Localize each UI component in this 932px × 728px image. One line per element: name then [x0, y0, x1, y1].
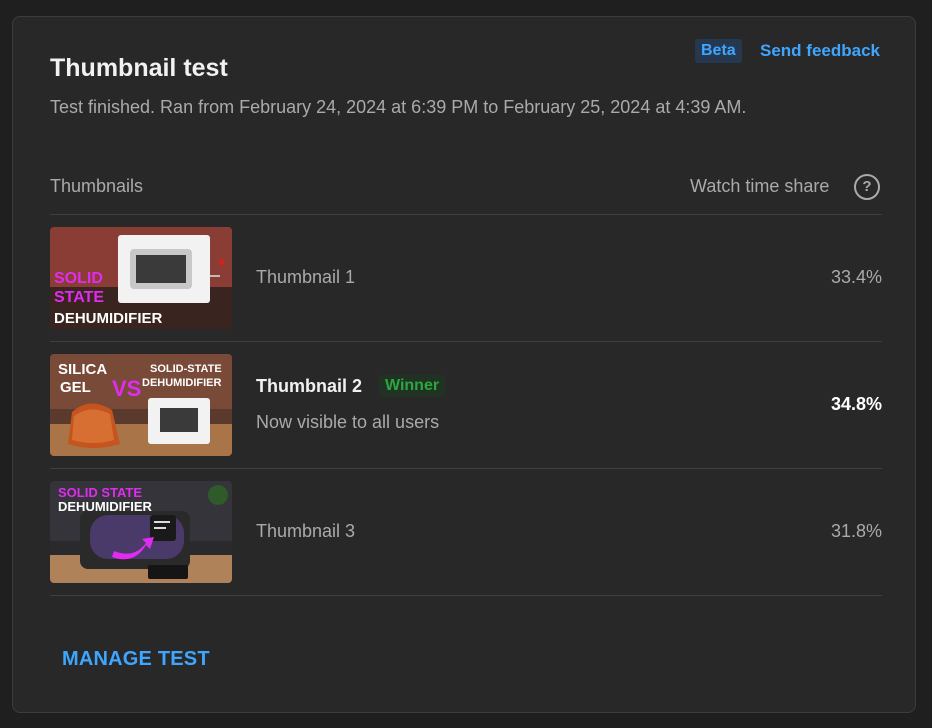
beta-badge: Beta — [695, 39, 742, 63]
thumb2-overlay-solid-state: SOLID-STATE — [150, 363, 222, 375]
thumbnail-2-watch-share: 34.8% — [830, 394, 882, 414]
thumbnail-2-label: Thumbnail 2 — [256, 376, 363, 396]
manage-test-button[interactable]: MANAGE TEST — [62, 648, 210, 671]
thumb1-overlay-state: STATE — [54, 289, 104, 306]
thumbnail-test-card: Thumbnail test Beta Send feedback Test f… — [12, 16, 916, 713]
table-row: SOLID STATE DEHUMIDIFIER Thumbnail 1 33.… — [50, 227, 882, 329]
thumbnail-3-label: Thumbnail 3 — [256, 521, 356, 541]
send-feedback-link[interactable]: Send feedback — [760, 41, 880, 61]
winner-badge: Winner — [379, 375, 446, 397]
thumb2-overlay-gel: GEL — [60, 379, 91, 396]
divider — [50, 595, 882, 596]
thumbnail-1-label: Thumbnail 1 — [256, 267, 356, 287]
divider — [50, 214, 882, 215]
column-header-watch-time-share: Watch time share — [690, 176, 830, 196]
thumb2-overlay-silica: SILICA — [58, 361, 107, 378]
table-row: SOLID STATE DEHUMIDIFIER Thumbnail 3 31.… — [50, 481, 882, 583]
thumb3-overlay-solid-state: SOLID STATE — [58, 485, 142, 500]
thumbnail-2-image[interactable]: SILICA GEL VS SOLID-STATE DEHUMIDIFIER — [50, 354, 232, 456]
table-row: SILICA GEL VS SOLID-STATE DEHUMIDIFIER T… — [50, 354, 882, 456]
thumb1-overlay-solid: SOLID — [54, 270, 103, 287]
column-header-thumbnails: Thumbnails — [50, 176, 144, 196]
thumb2-overlay-vs: VS — [112, 376, 141, 401]
test-status-text: Test finished. Ran from February 24, 202… — [50, 97, 747, 117]
thumb1-overlay-dehumidifier: DEHUMIDIFIER — [54, 310, 163, 327]
thumbnail-1-watch-share: 33.4% — [830, 267, 882, 287]
thumb2-overlay-dehumidifier: DEHUMIDIFIER — [142, 377, 222, 389]
help-icon[interactable]: ? — [854, 174, 880, 200]
divider — [50, 468, 882, 469]
thumbnail-1-image[interactable]: SOLID STATE DEHUMIDIFIER — [50, 227, 232, 329]
winner-status-text: Now visible to all users — [256, 412, 440, 432]
card-title: Thumbnail test — [50, 54, 228, 82]
thumbnail-3-image[interactable]: SOLID STATE DEHUMIDIFIER — [50, 481, 232, 583]
thumb3-overlay-dehumidifier: DEHUMIDIFIER — [58, 499, 153, 514]
thumbnail-3-watch-share: 31.8% — [830, 521, 882, 541]
divider — [50, 341, 882, 342]
